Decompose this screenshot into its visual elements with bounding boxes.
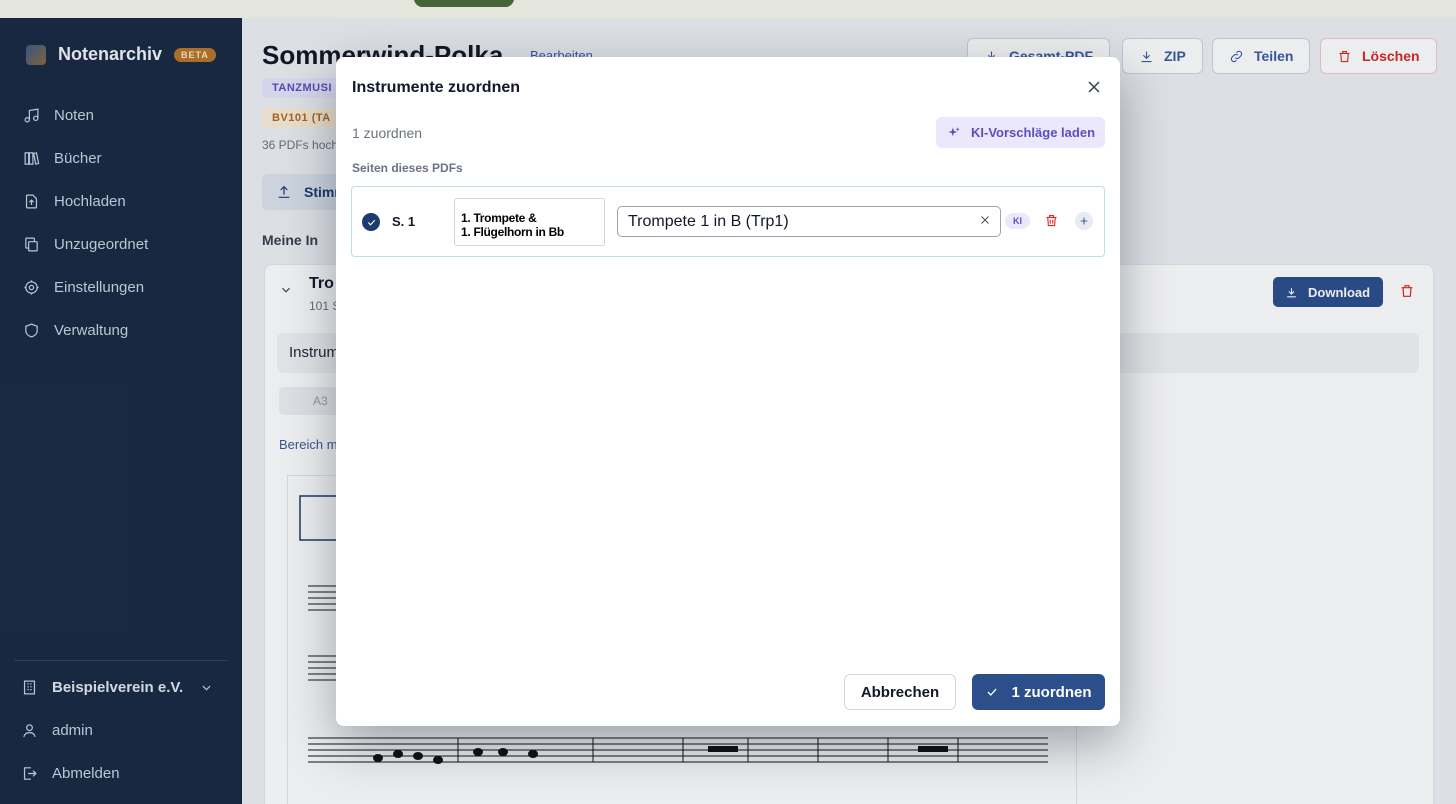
clear-icon[interactable] (978, 213, 992, 227)
check-circle-icon[interactable] (362, 213, 380, 231)
page-thumbnail: 1. Trompete & 1. Flügelhorn in Bb (454, 198, 605, 246)
thumbnail-line-1: 1. Trompete & (461, 211, 537, 225)
thumbnail-line-2: 1. Flügelhorn in Bb (461, 225, 564, 239)
page-assignment-row: S. 1 1. Trompete & 1. Flügelhorn in Bb K… (351, 186, 1105, 257)
ai-suggestions-button[interactable]: KI-Vorschläge laden (936, 117, 1105, 148)
check-icon (987, 688, 998, 696)
plus-icon[interactable] (1075, 212, 1093, 230)
cancel-button[interactable]: Abbrechen (844, 674, 956, 710)
close-icon[interactable] (1084, 77, 1104, 97)
assign-count: 1 zuordnen (352, 125, 423, 141)
confirm-assign-button[interactable]: 1 zuordnen (972, 674, 1105, 710)
trash-icon[interactable] (1044, 213, 1060, 229)
assign-instruments-dialog: Instrumente zuordnen 1 zuordnen KI-Vorsc… (336, 57, 1120, 726)
page-number: S. 1 (392, 214, 416, 229)
instrument-input[interactable] (617, 206, 1001, 237)
ai-suggestions-label: KI-Vorschläge laden (971, 125, 1096, 140)
sparkle-icon (948, 127, 960, 137)
pages-heading: Seiten dieses PDFs (352, 161, 463, 175)
ai-badge: KI (1005, 213, 1030, 229)
dialog-title: Instrumente zuordnen (352, 79, 521, 96)
confirm-label: 1 zuordnen (1011, 683, 1092, 701)
